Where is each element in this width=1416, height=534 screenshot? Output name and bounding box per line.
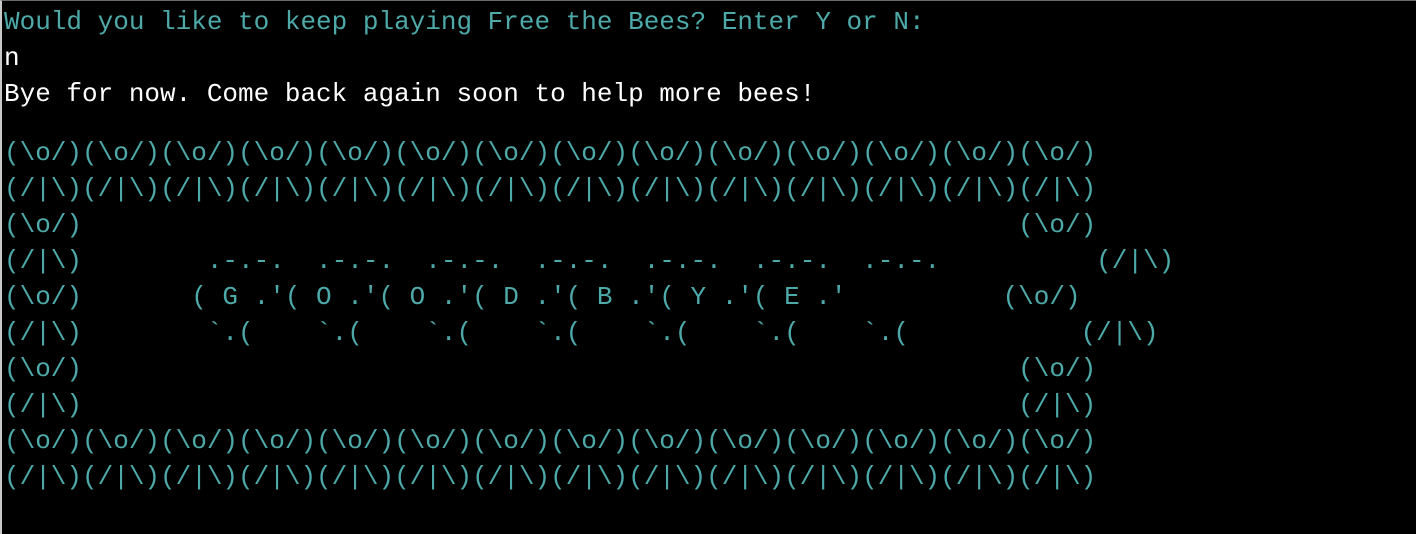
art-line: (/|\) .-.-. .-.-. .-.-. .-.-. .-.-. .-.-… — [4, 246, 1175, 276]
goodbye-message: Bye for now. Come back again soon to hel… — [4, 79, 816, 109]
goodbye-ascii-art: (\o/)(\o/)(\o/)(\o/)(\o/)(\o/)(\o/)(\o/)… — [4, 135, 1416, 495]
art-line: (/|\) `.( `.( `.( `.( `.( `.( `.( (/|\) — [4, 318, 1159, 348]
art-line: (\o/) (\o/) — [4, 210, 1097, 240]
art-line: (/|\)(/|\)(/|\)(/|\)(/|\)(/|\)(/|\)(/|\)… — [4, 174, 1097, 204]
terminal-window[interactable]: Would you like to keep playing Free the … — [0, 0, 1416, 534]
art-line: (\o/)(\o/)(\o/)(\o/)(\o/)(\o/)(\o/)(\o/)… — [4, 138, 1097, 168]
art-line: (/|\)(/|\)(/|\)(/|\)(/|\)(/|\)(/|\)(/|\)… — [4, 462, 1097, 492]
art-line: (/|\) (/|\) — [4, 390, 1097, 420]
user-input-echo: n — [4, 43, 20, 73]
art-line: (\o/) ( G .'( O .'( O .'( D .'( B .'( Y … — [4, 282, 1081, 312]
art-line: (\o/) (\o/) — [4, 354, 1097, 384]
art-line: (\o/)(\o/)(\o/)(\o/)(\o/)(\o/)(\o/)(\o/)… — [4, 426, 1097, 456]
continue-prompt: Would you like to keep playing Free the … — [4, 7, 925, 37]
